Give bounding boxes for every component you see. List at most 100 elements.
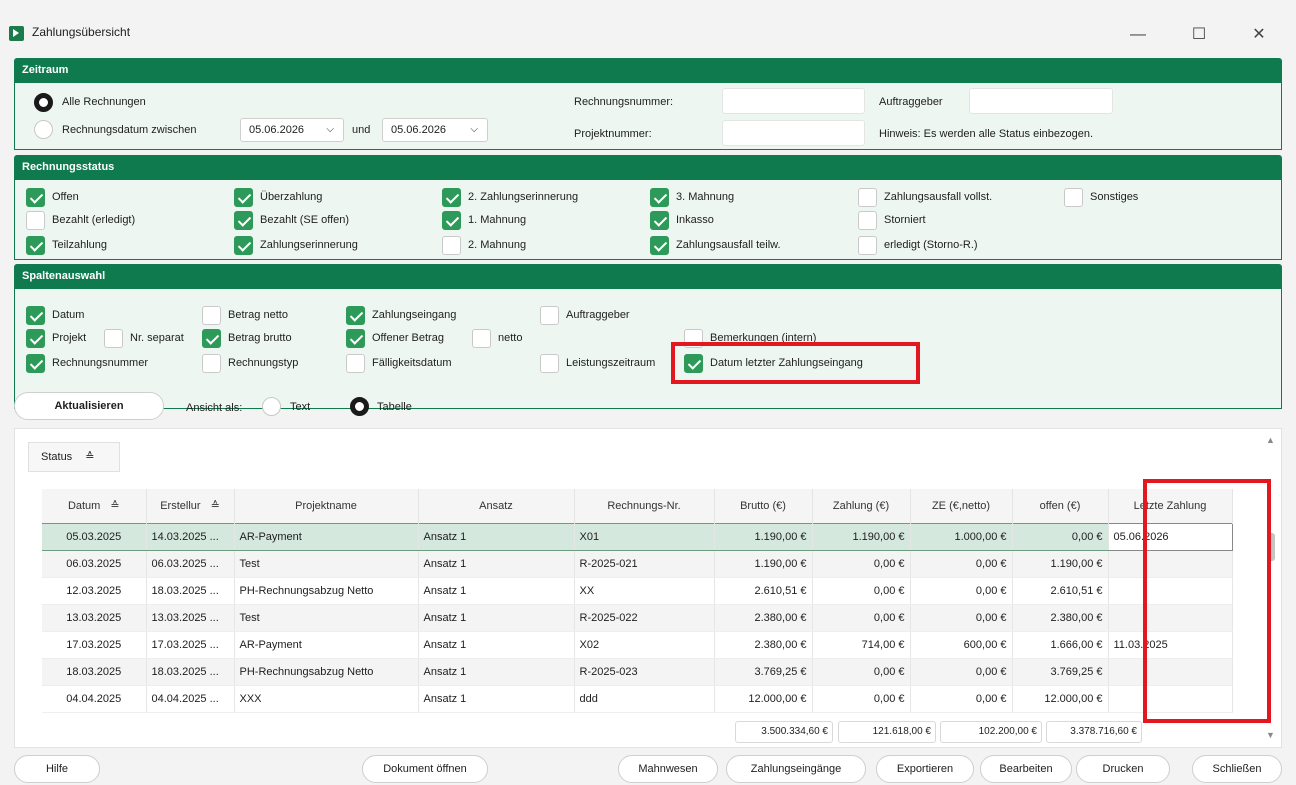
maximize-button[interactable]: ☐ (1185, 22, 1213, 48)
checkbox-uberzahlung[interactable] (234, 188, 253, 207)
table-row[interactable]: 17.03.2025 17.03.2025 ... AR-Payment Ansatz… (42, 631, 1233, 659)
rechnungsstatus-header: Rechnungsstatus (14, 155, 1282, 180)
checkbox-3-mahnung[interactable] (650, 188, 669, 207)
dokument-oeffnen-button[interactable]: Dokument öffnen (362, 755, 488, 783)
checkbox-label-rechnungsnummer: Rechnungsnummer (52, 357, 148, 369)
aktualisieren-button[interactable]: Aktualisieren (14, 392, 164, 420)
cell-datum: 12.03.2025 (42, 577, 147, 605)
label-auftraggeber: Auftraggeber (879, 96, 943, 108)
cell-erstellur: 18.03.2025 ... (146, 658, 235, 686)
minimize-button[interactable]: — (1124, 22, 1152, 48)
checkbox-label-1-mahnung: 1. Mahnung (468, 214, 527, 226)
checkbox-bezahlt-se-offen[interactable] (234, 211, 253, 230)
cell-offen: 1.190,00 € (1012, 550, 1109, 578)
checkbox-leistungszeitraum[interactable] (540, 354, 559, 373)
projektnummer-input[interactable] (722, 120, 865, 146)
group-by-status-chip[interactable]: Status ≙ (28, 442, 120, 472)
cell-erstellur: 14.03.2025 ... (146, 522, 235, 551)
table-row[interactable]: 04.04.2025 04.04.2025 ... XXX Ansatz 1 ddd 12… (42, 685, 1233, 713)
radio-rechnungsdatum-zwischen[interactable] (34, 120, 53, 139)
checkbox-sonstiges[interactable] (1064, 188, 1083, 207)
checkbox-zahlungsausfall-teilw[interactable] (650, 236, 669, 255)
checkbox-nr-separat[interactable] (104, 329, 123, 348)
checkbox-projekt[interactable] (26, 329, 45, 348)
checkbox-datum[interactable] (26, 306, 45, 325)
checkbox-falligkeitsdatum[interactable] (346, 354, 365, 373)
mahnwesen-button[interactable]: Mahnwesen (618, 755, 718, 783)
column-header-zahlung[interactable]: Zahlung (€) (812, 489, 911, 523)
column-header-ansatz[interactable]: Ansatz (418, 489, 575, 523)
sum-cell: 3.500.334,60 € (735, 721, 833, 743)
checkbox-rechnungstyp[interactable] (202, 354, 221, 373)
checkbox-2-mahnung[interactable] (442, 236, 461, 255)
bearbeiten-button[interactable]: Bearbeiten (980, 755, 1072, 783)
checkbox-bezahlt-erledigt[interactable] (26, 211, 45, 230)
window-title: Zahlungsübersicht (32, 25, 131, 39)
checkbox-offen[interactable] (26, 188, 45, 207)
table-header-row: Datum ≙ Erstellur ≙ Projektname Ansatz Rechnun… (42, 489, 1233, 523)
checkbox-label-projekt: Projekt (52, 332, 87, 344)
checkbox-rechnungsnummer[interactable] (26, 354, 45, 373)
radio-tabelle-view[interactable] (350, 397, 369, 416)
zahlungseingaenge-button[interactable]: Zahlungseingänge (726, 755, 866, 783)
column-header-rechnungs-nr[interactable]: Rechnungs-Nr. (574, 489, 715, 523)
sum-cell: 102.200,00 € (940, 721, 1042, 743)
checkbox-zahlungsausfall-vollst[interactable] (858, 188, 877, 207)
exportieren-button[interactable]: Exportieren (876, 755, 974, 783)
cell-brutto: 1.190,00 € (714, 522, 813, 551)
radio-alle-rechnungen[interactable] (34, 93, 53, 112)
checkbox-erledigt-storno-r[interactable] (858, 236, 877, 255)
checkbox-2-zahlungserinnerung[interactable] (442, 188, 461, 207)
cell-projektname: Test (234, 604, 419, 632)
checkbox-1-mahnung[interactable] (442, 211, 461, 230)
checkbox-netto[interactable] (472, 329, 491, 348)
cell-zahlung: 0,00 € (812, 604, 911, 632)
column-header-projektname[interactable]: Projektname (234, 489, 419, 523)
checkbox-auftraggeber[interactable] (540, 306, 559, 325)
scroll-up-arrow-icon[interactable]: ▲ (1266, 435, 1275, 445)
cell-datum: 05.03.2025 (42, 522, 147, 551)
cell-projektname: AR-Payment (234, 522, 419, 551)
checkbox-inkasso[interactable] (650, 211, 669, 230)
label-alle-rechnungen: Alle Rechnungen (62, 96, 146, 108)
table-row[interactable]: 05.03.2025 14.03.2025 ... AR-Payment Ansatz… (42, 522, 1233, 551)
checkbox-offener-betrag[interactable] (346, 329, 365, 348)
rechnungsnummer-input[interactable] (722, 88, 865, 114)
hilfe-button[interactable]: Hilfe (14, 755, 100, 783)
cell-offen: 1.666,00 € (1012, 631, 1109, 659)
checkbox-betrag-netto[interactable] (202, 306, 221, 325)
checkbox-label-betrag-netto: Betrag netto (228, 309, 288, 321)
checkbox-zahlungseingang[interactable] (346, 306, 365, 325)
cell-rechnungs-nr: R-2025-023 (574, 658, 715, 686)
highlight-datum-letzter-zahlungseingang (671, 342, 920, 384)
column-header-datum[interactable]: Datum ≙ (42, 489, 147, 523)
cell-ansatz: Ansatz 1 (418, 550, 575, 578)
cell-datum: 04.04.2025 (42, 685, 147, 713)
cell-rechnungs-nr: R-2025-022 (574, 604, 715, 632)
radio-text-view[interactable] (262, 397, 281, 416)
drucken-button[interactable]: Drucken (1076, 755, 1170, 783)
table-row[interactable]: 06.03.2025 06.03.2025 ... Test Ansatz 1 R-20… (42, 550, 1233, 578)
date-to-picker[interactable]: 05.06.2026 ⌵ (382, 118, 488, 142)
close-button[interactable]: ✕ (1245, 22, 1273, 48)
checkbox-label-zahlungsausfall-teilw: Zahlungsausfall teilw. (676, 239, 781, 251)
column-header-erstellur[interactable]: Erstellur ≙ (146, 489, 235, 523)
scroll-down-arrow-icon[interactable]: ▼ (1266, 730, 1275, 740)
checkbox-label-2-mahnung: 2. Mahnung (468, 239, 527, 251)
date-from-picker[interactable]: 05.06.2026 ⌵ (240, 118, 344, 142)
cell-brutto: 2.610,51 € (714, 577, 813, 605)
auftraggeber-input[interactable] (969, 88, 1113, 114)
column-header-offen[interactable]: offen (€) (1012, 489, 1109, 523)
schliessen-button[interactable]: Schließen (1192, 755, 1282, 783)
cell-rechnungs-nr: X01 (574, 522, 715, 551)
table-row[interactable]: 18.03.2025 18.03.2025 ... PH-Rechnungsabzu… (42, 658, 1233, 686)
checkbox-betrag-brutto[interactable] (202, 329, 221, 348)
column-header-brutto[interactable]: Brutto (€) (714, 489, 813, 523)
checkbox-zahlungserinnerung[interactable] (234, 236, 253, 255)
spaltenauswahl-header: Spaltenauswahl (14, 264, 1282, 289)
checkbox-storniert[interactable] (858, 211, 877, 230)
checkbox-teilzahlung[interactable] (26, 236, 45, 255)
column-header-ze-netto[interactable]: ZE (€,netto) (910, 489, 1013, 523)
table-row[interactable]: 13.03.2025 13.03.2025 ... Test Ansatz 1 R-20… (42, 604, 1233, 632)
table-row[interactable]: 12.03.2025 18.03.2025 ... PH-Rechnungsabzu… (42, 577, 1233, 605)
